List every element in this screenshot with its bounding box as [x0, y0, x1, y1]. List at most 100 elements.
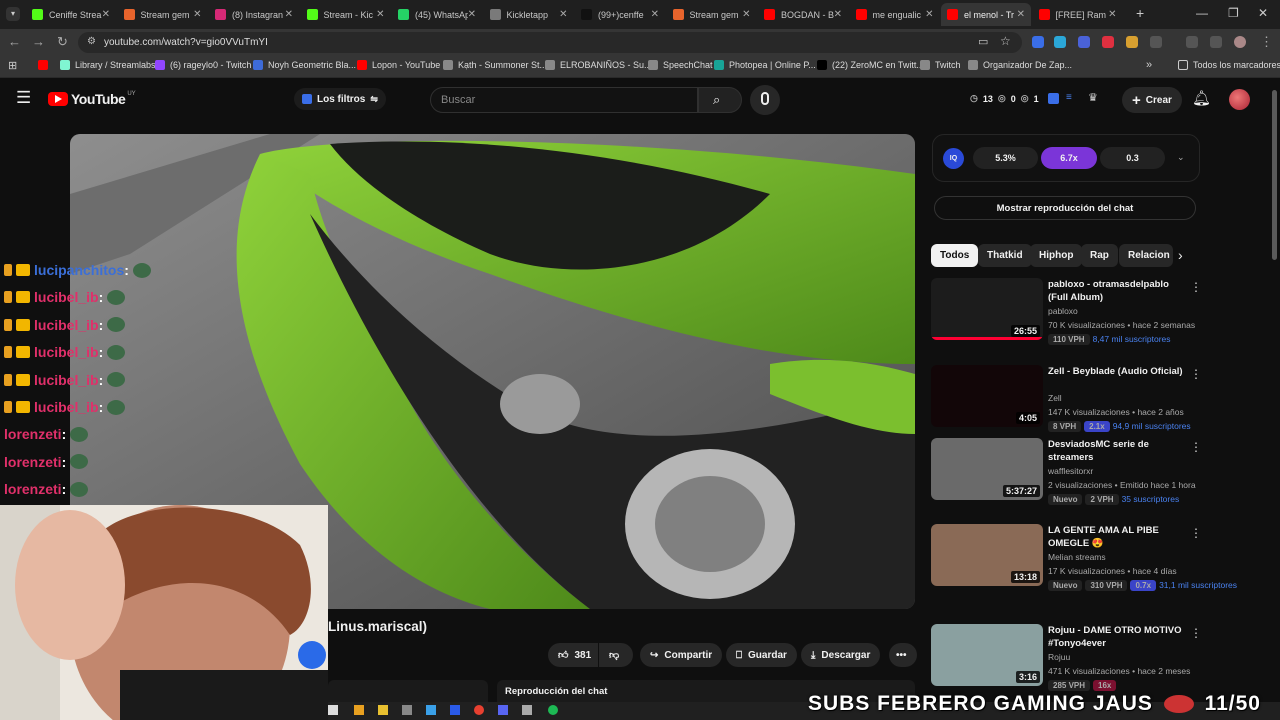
- bookmark-item[interactable]: Noyh Geometric Bla...: [253, 60, 356, 70]
- omnibox[interactable]: ⚙ youtube.com/watch?v=gio0VVuTmYI ▭ ☆: [78, 32, 1022, 53]
- taskbar-icon[interactable]: [450, 705, 460, 715]
- voice-search-button[interactable]: [750, 85, 780, 115]
- browser-tab[interactable]: me engualic ✕: [850, 3, 940, 26]
- browser-tab[interactable]: BOGDAN - B ✕: [758, 3, 848, 26]
- ext-icon-blue[interactable]: [1048, 93, 1059, 104]
- tab-close-icon[interactable]: ✕: [742, 9, 750, 20]
- filter-chip[interactable]: Hiphop: [1030, 244, 1083, 267]
- download-button[interactable]: ⤓ Descargar: [801, 643, 881, 667]
- dislike-button[interactable]: 👎︎: [599, 643, 633, 667]
- bookmark-item[interactable]: ELROBANIÑOS - Su...: [545, 60, 652, 70]
- taskbar-icon[interactable]: [378, 705, 388, 715]
- browser-tab[interactable]: Stream gem ✕: [667, 3, 757, 26]
- video-thumbnail[interactable]: 26:55: [931, 278, 1043, 340]
- bookmark-item[interactable]: [38, 60, 53, 70]
- close-window-icon[interactable]: ✕: [1258, 6, 1268, 20]
- cast-icon[interactable]: ▭: [978, 35, 988, 48]
- tab-close-icon[interactable]: ✕: [285, 9, 293, 20]
- video-title[interactable]: pabloxo - otramasdelpablo (Full Album): [1048, 278, 1184, 304]
- filters-button[interactable]: Los filtros ⇋: [294, 88, 386, 110]
- recommended-video[interactable]: 26:55 pabloxo - otramasdelpablo (Full Alb…: [931, 278, 1202, 358]
- browser-tab[interactable]: Ceniffe Strea ✕: [26, 3, 116, 26]
- extensions-puzzle-icon[interactable]: [1150, 36, 1162, 48]
- tab-close-icon[interactable]: ✕: [559, 9, 567, 20]
- tab-close-icon[interactable]: ✕: [193, 9, 201, 20]
- chevron-right-icon[interactable]: ›: [1178, 247, 1183, 263]
- download-icon[interactable]: [1186, 36, 1198, 48]
- video-thumbnail[interactable]: 3:16: [931, 624, 1043, 686]
- tab-close-icon[interactable]: ✕: [1108, 9, 1116, 20]
- video-options-icon[interactable]: ⋮: [1190, 526, 1202, 540]
- tab-close-icon[interactable]: ✕: [834, 9, 842, 20]
- bookmark-item[interactable]: Photopea | Online P...: [714, 60, 816, 70]
- bookmark-item[interactable]: (22) ZeroMC en Twitt...: [817, 60, 924, 70]
- reload-icon[interactable]: ↻: [57, 34, 68, 50]
- more-bookmarks-icon[interactable]: »: [1146, 59, 1152, 71]
- tab-close-icon[interactable]: ✕: [468, 9, 476, 20]
- ext-icon-trophy[interactable]: ♛: [1088, 91, 1098, 104]
- taskbar-icon[interactable]: [522, 705, 532, 715]
- extension-icon[interactable]: [1126, 36, 1138, 48]
- like-button[interactable]: 👍︎ 381: [548, 643, 598, 667]
- filter-chip[interactable]: Thatkid: [978, 244, 1032, 267]
- browser-menu-icon[interactable]: ⋮: [1260, 34, 1273, 50]
- tab-close-icon[interactable]: ✕: [102, 9, 110, 20]
- youtube-logo[interactable]: YouTube UY: [48, 91, 136, 107]
- filter-chip[interactable]: Rap: [1081, 244, 1118, 267]
- channel-name[interactable]: Melian streams: [1048, 552, 1106, 562]
- browser-tab[interactable]: (45) WhatsAp ✕: [392, 3, 482, 26]
- hamburger-menu-icon[interactable]: ☰: [16, 88, 31, 108]
- taskbar-icon[interactable]: [498, 705, 508, 715]
- video-thumbnail[interactable]: 4:05: [931, 365, 1043, 427]
- extension-icon[interactable]: [1054, 36, 1066, 48]
- url-text[interactable]: youtube.com/watch?v=gio0VVuTmYI: [104, 37, 268, 48]
- browser-tab[interactable]: [FREE] Ram ✕: [1033, 3, 1123, 26]
- tab-search-icon[interactable]: ▾: [6, 7, 20, 21]
- search-input[interactable]: Buscar: [430, 87, 698, 113]
- save-button[interactable]: ⎕ Guardar: [726, 643, 797, 667]
- spotify-taskbar-icon[interactable]: [548, 705, 558, 715]
- browser-tab[interactable]: (8) Instagran ✕: [209, 3, 299, 26]
- recommended-video[interactable]: 4:05 Zell - Beyblade (Audio Oficial) ⋮ Zell…: [931, 365, 1202, 445]
- bookmark-star-icon[interactable]: ☆: [1000, 34, 1011, 48]
- bookmark-item[interactable]: Lopon - YouTube: [357, 60, 440, 70]
- bookmark-item[interactable]: Library / Streamlabs: [60, 60, 156, 70]
- channel-name[interactable]: Zell: [1048, 393, 1062, 403]
- search-button[interactable]: ⌕: [698, 87, 742, 113]
- bookmark-item[interactable]: SpeechChat: [648, 60, 713, 70]
- page-scrollbar[interactable]: [1272, 90, 1277, 260]
- extension-icon[interactable]: [1078, 36, 1090, 48]
- back-icon[interactable]: ←: [8, 34, 21, 49]
- bookmark-item[interactable]: Kạth - Summoner St...: [443, 60, 547, 70]
- video-options-icon[interactable]: ⋮: [1190, 440, 1202, 454]
- show-chat-replay-button[interactable]: Mostrar reproducción del chat: [934, 196, 1196, 220]
- recommended-video[interactable]: 13:18 LA GENTE AMA AL PIBE OMEGLE 😍 ⋮ Melia…: [931, 524, 1237, 604]
- browser-tab[interactable]: Stream gem ✕: [118, 3, 208, 26]
- tab-close-icon[interactable]: ✕: [1017, 9, 1025, 20]
- video-title[interactable]: LA GENTE AMA AL PIBE OMEGLE 😍: [1048, 524, 1184, 550]
- extension-icon[interactable]: [1032, 36, 1044, 48]
- tab-close-icon[interactable]: ✕: [376, 9, 384, 20]
- channel-name[interactable]: pabloxo: [1048, 306, 1078, 316]
- filter-chip[interactable]: Relacion: [1119, 244, 1173, 267]
- more-actions-button[interactable]: •••: [889, 643, 917, 667]
- video-title[interactable]: DesviadosMC serie de streamers: [1048, 438, 1184, 464]
- browser-tab[interactable]: (99+)cenffe ✕: [575, 3, 665, 26]
- video-title[interactable]: Rojuu - DAME OTRO MOTIVO #Tonyo4ever: [1048, 624, 1184, 650]
- channel-name[interactable]: Rojuu: [1048, 652, 1070, 662]
- filter-chip[interactable]: Todos: [931, 244, 979, 267]
- video-options-icon[interactable]: ⋮: [1190, 626, 1202, 640]
- apps-grid-icon[interactable]: ⊞: [8, 59, 17, 72]
- forward-icon[interactable]: →: [32, 34, 45, 49]
- media-control-icon[interactable]: [1210, 36, 1222, 48]
- share-button[interactable]: ↪ Compartir: [640, 643, 723, 667]
- browser-tab[interactable]: el menol - Tr ✕: [941, 3, 1031, 26]
- video-options-icon[interactable]: ⋮: [1190, 367, 1202, 381]
- channel-name[interactable]: wafflesitorxr: [1048, 466, 1093, 476]
- browser-tab[interactable]: Kickletapp ✕: [484, 3, 574, 26]
- chrome-taskbar-icon[interactable]: [474, 705, 484, 715]
- minimize-icon[interactable]: —: [1196, 6, 1208, 20]
- all-bookmarks-folder[interactable]: Todos los marcadores: [1178, 60, 1280, 70]
- profile-avatar[interactable]: [1234, 36, 1246, 48]
- taskbar-icon[interactable]: [402, 705, 412, 715]
